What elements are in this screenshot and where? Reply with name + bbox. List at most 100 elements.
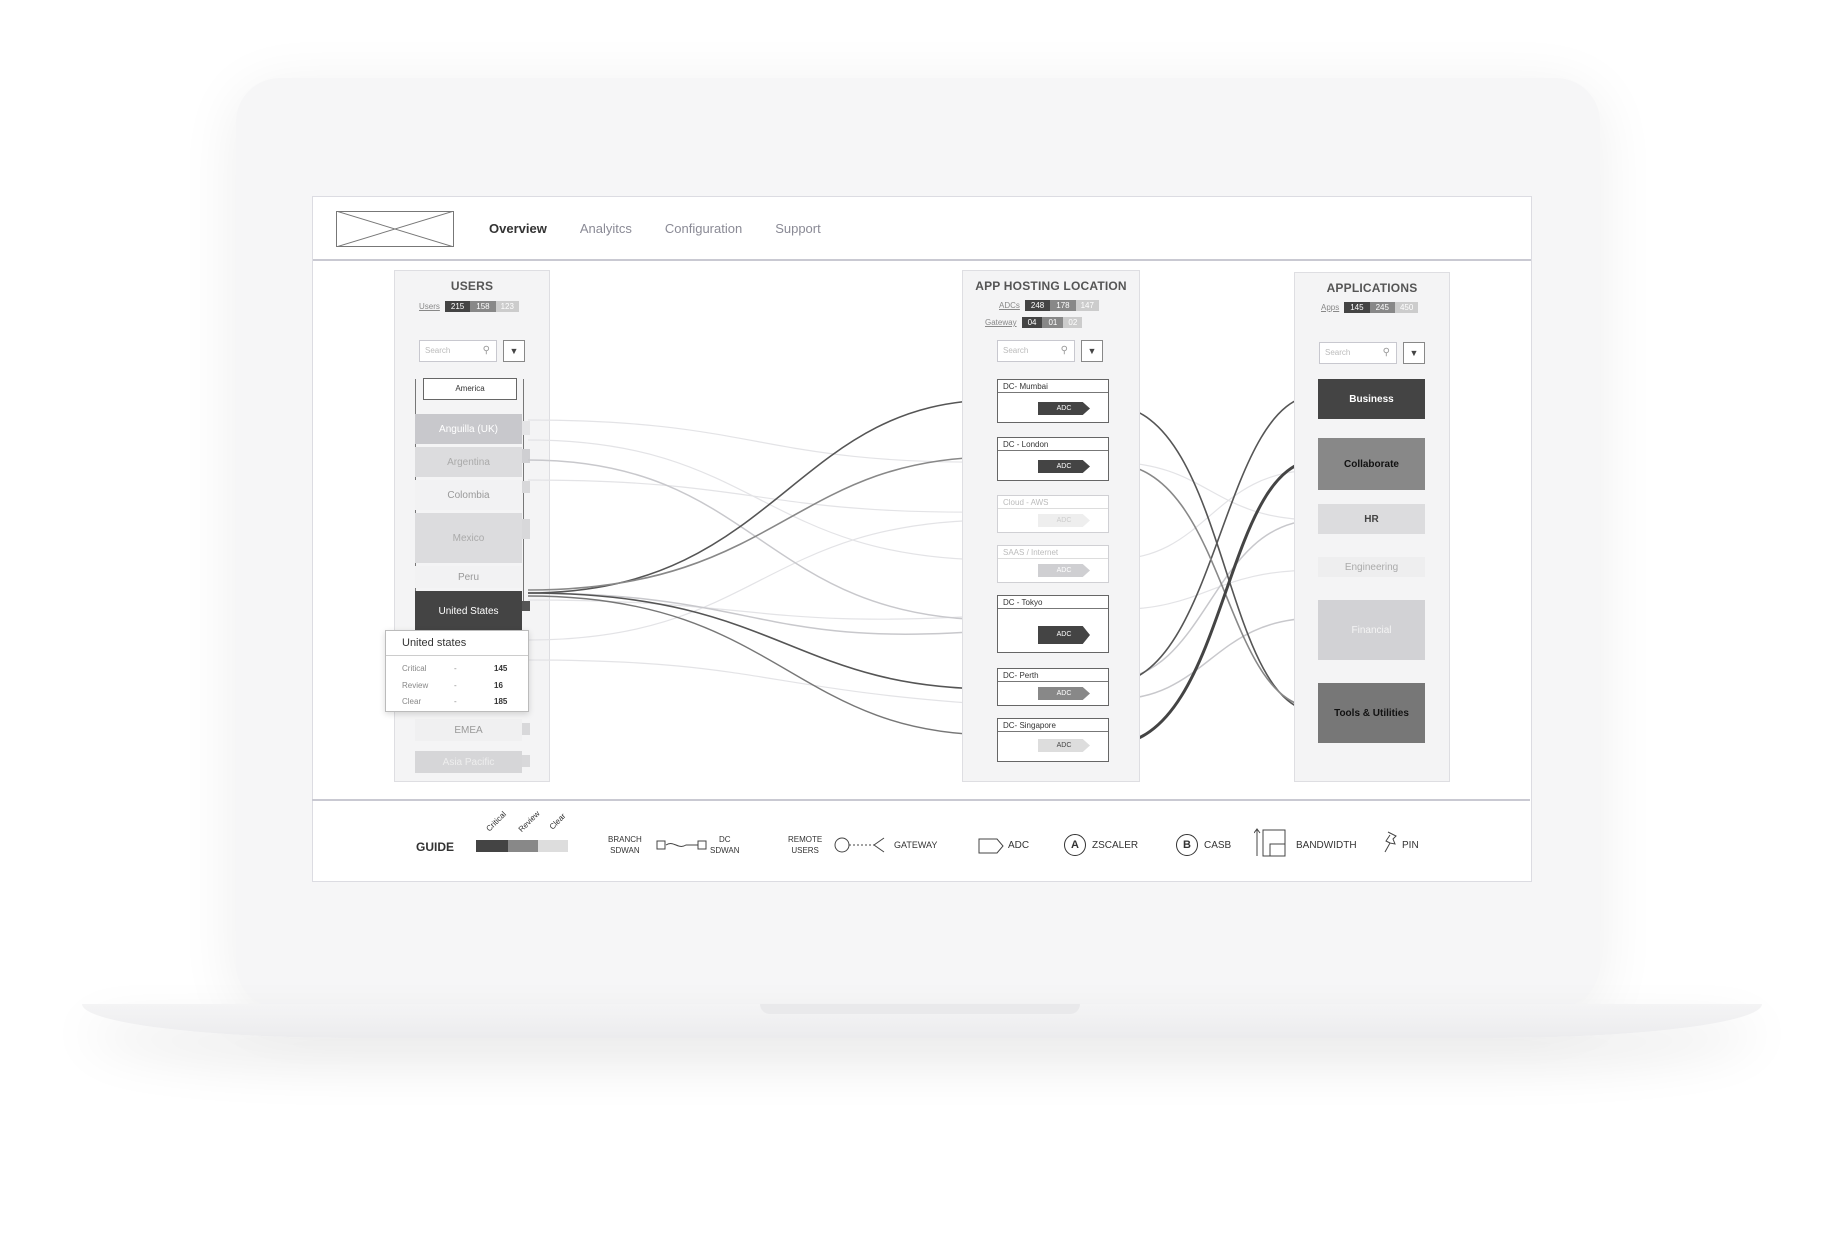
dc-mumbai-card[interactable]: DC- Mumbai ADC [997, 379, 1109, 423]
dc-name: DC - London [1003, 440, 1049, 449]
apps-count-clear: 450 [1394, 302, 1419, 313]
main-nav: Overview Analyitcs Configuration Support [489, 221, 821, 236]
user-item-united-states[interactable]: United States [415, 591, 522, 631]
dc-divider [998, 731, 1108, 732]
region-emea[interactable]: EMEA [415, 719, 522, 741]
adc-icon: ADC [1038, 460, 1090, 473]
apps-count-review: 245 [1369, 302, 1395, 313]
nav-tab-support[interactable]: Support [775, 221, 821, 236]
dc-divider [998, 558, 1108, 559]
guide-remote-line2: USERS [791, 846, 819, 855]
users-region-america[interactable]: America [423, 378, 517, 400]
guide-remote-label: REMOTE USERS [788, 834, 822, 856]
bandwidth-tab [522, 755, 530, 767]
region-asia-pacific[interactable]: Asia Pacific [415, 751, 522, 773]
app-tools-utilities[interactable]: Tools & Utilities [1318, 683, 1425, 743]
applications-search-input[interactable]: Search ⚲ [1319, 342, 1397, 364]
applications-title: APPLICATIONS [1326, 281, 1418, 295]
branch-sdwan-link-icon [656, 840, 707, 850]
bandwidth-tab [522, 519, 530, 539]
user-item-colombia[interactable]: Colombia [415, 480, 522, 510]
guide-branch-line1: BRANCH [608, 835, 642, 844]
applications-stat-label[interactable]: Apps [1321, 303, 1339, 312]
users-stat-label[interactable]: Users [419, 302, 440, 311]
adc-icon: ADC [1038, 514, 1090, 527]
adc-count-critical: 248 [1024, 300, 1051, 311]
users-count-review: 158 [470, 301, 496, 312]
user-item-anguilla[interactable]: Anguilla (UK) [415, 414, 522, 444]
pin-icon [1384, 831, 1397, 853]
tooltip-row-critical: Critical - 145 [402, 664, 514, 673]
tooltip-title: United states [402, 637, 467, 649]
app-collaborate[interactable]: Collaborate [1318, 438, 1425, 490]
dc-name: DC- Singapore [1003, 721, 1056, 730]
guide-remote-line1: REMOTE [788, 835, 823, 844]
guide-title: GUIDE [416, 840, 455, 854]
user-item-peru[interactable]: Peru [415, 566, 522, 588]
app-engineering[interactable]: Engineering [1318, 557, 1425, 577]
search-icon: ⚲ [1382, 347, 1390, 358]
adc-icon [978, 838, 1004, 854]
search-icon: ⚲ [1060, 345, 1068, 356]
users-search-placeholder: Search [425, 346, 451, 355]
adc-icon: ADC [1038, 687, 1090, 700]
guide-dc-label: DC SDWAN [710, 834, 739, 856]
users-stats: Users 215 158 123 [419, 301, 519, 312]
guide-dc-line1: DC [718, 835, 731, 844]
hosting-adc-label[interactable]: ADCs [999, 301, 1020, 310]
app-financial[interactable]: Financial [1318, 600, 1425, 660]
saas-internet-card[interactable]: SAAS / Internet ADC [997, 545, 1109, 583]
dc-divider [998, 392, 1108, 393]
severity-critical-swatch [476, 840, 508, 852]
users-search-input[interactable]: Search ⚲ [419, 340, 497, 362]
filter-icon: ▼ [1087, 346, 1097, 356]
guide-adc-label: ADC [1008, 840, 1030, 851]
nav-tab-overview[interactable]: Overview [489, 221, 547, 236]
nav-tab-configuration[interactable]: Configuration [665, 221, 742, 236]
tooltip-row-dash: - [454, 697, 457, 706]
applications-search-placeholder: Search [1325, 348, 1351, 357]
dc-singapore-card[interactable]: DC- Singapore ADC [997, 718, 1109, 762]
tooltip-divider [386, 655, 528, 656]
user-item-argentina[interactable]: Argentina [415, 447, 522, 477]
guide-gateway-label: GATEWAY [894, 840, 938, 850]
severity-review-swatch [508, 840, 538, 852]
guide-branch-label: BRANCH SDWAN [608, 834, 642, 856]
dc-tokyo-card[interactable]: DC - Tokyo ADC [997, 595, 1109, 653]
adc-icon: ADC [1038, 564, 1090, 577]
gateway-count-clear: 02 [1063, 317, 1083, 328]
dc-name: DC - Tokyo [1003, 598, 1043, 607]
bandwidth-tab [522, 723, 530, 735]
hosting-gateway-stats: Gateway 04 01 02 [985, 317, 1083, 328]
user-item-mexico[interactable]: Mexico [415, 513, 522, 563]
nav-tab-analytics[interactable]: Analyitcs [580, 221, 632, 236]
dc-name: DC- Perth [1003, 671, 1039, 680]
hosting-gateway-label[interactable]: Gateway [985, 318, 1017, 327]
app-hr[interactable]: HR [1318, 504, 1425, 534]
tooltip-row-label: Review [402, 681, 429, 690]
dc-london-card[interactable]: DC - London ADC [997, 437, 1109, 481]
tooltip-row-label: Clear [402, 697, 422, 706]
hosting-filter-button[interactable]: ▼ [1081, 340, 1103, 362]
applications-filter-button[interactable]: ▼ [1403, 342, 1425, 364]
app-business[interactable]: Business [1318, 379, 1425, 419]
tooltip-row-value: 185 [494, 697, 508, 706]
guide-casb-label: CASB [1204, 840, 1232, 851]
guide-severity-bar [476, 840, 568, 852]
users-title: USERS [450, 279, 494, 293]
users-count-clear: 123 [495, 301, 519, 312]
filter-icon: ▼ [509, 346, 519, 356]
gateway-count-review: 01 [1042, 317, 1064, 328]
bandwidth-tab [522, 481, 530, 493]
dc-name: DC- Mumbai [1003, 382, 1048, 391]
dc-perth-card[interactable]: DC- Perth ADC [997, 668, 1109, 706]
users-filter-button[interactable]: ▼ [503, 340, 525, 362]
top-navigation-bar: Overview Analyitcs Configuration Support [313, 197, 1531, 261]
adc-icon: ADC [1038, 626, 1090, 644]
cloud-aws-card[interactable]: Cloud - AWS ADC [997, 495, 1109, 533]
guide-dc-line2: SDWAN [710, 846, 740, 855]
adc-icon: ADC [1038, 739, 1090, 752]
adc-count-review: 178 [1050, 300, 1076, 311]
guide-bandwidth-label: BANDWIDTH [1296, 840, 1357, 851]
hosting-search-input[interactable]: Search ⚲ [997, 340, 1075, 362]
